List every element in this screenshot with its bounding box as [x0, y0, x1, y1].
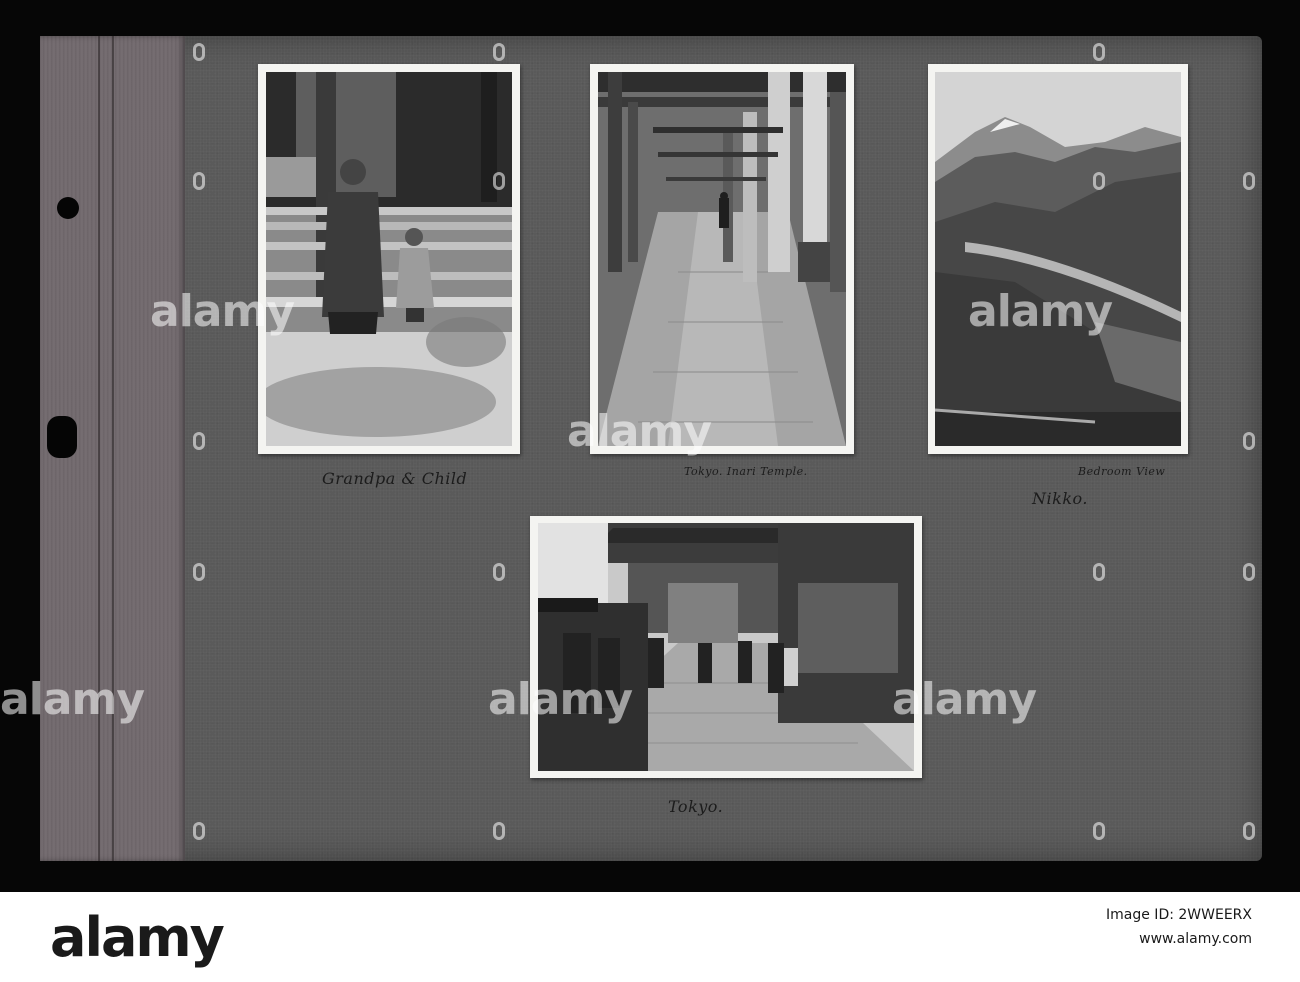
- watermark: alamy: [567, 406, 712, 457]
- watermark-mark: [1093, 43, 1105, 61]
- watermark-mark: [1093, 563, 1105, 581]
- watermark-mark: [193, 563, 205, 581]
- watermark-mark: [1243, 432, 1255, 450]
- brand-logo: alamy: [50, 906, 225, 969]
- photo-tokyo-street: [530, 516, 922, 778]
- watermark-mark: [193, 172, 205, 190]
- site-url[interactable]: www.alamy.com: [1106, 927, 1252, 951]
- watermark: alamy: [968, 286, 1113, 337]
- photo-nikko-image: [935, 72, 1181, 446]
- watermark: alamy: [150, 286, 295, 337]
- photo-caption: Grandpa & Child: [322, 469, 468, 488]
- watermark-mark: [493, 172, 505, 190]
- watermark: alamy: [892, 674, 1037, 725]
- spine-stitch-line: [98, 36, 100, 861]
- photo-inari-temple: [590, 64, 854, 454]
- watermark-mark: [493, 822, 505, 840]
- watermark-mark: [1093, 172, 1105, 190]
- photo-inari-image: [598, 72, 846, 446]
- watermark-mark: [193, 432, 205, 450]
- spine-stitch-line: [112, 36, 114, 861]
- watermark-mark: [1093, 822, 1105, 840]
- image-id-block: Image ID: 2WWEERX www.alamy.com: [1106, 903, 1252, 951]
- photo-grandpa-image: [266, 72, 512, 446]
- watermark-mark: [493, 43, 505, 61]
- watermark-mark: [1243, 822, 1255, 840]
- binder-hole: [47, 416, 77, 458]
- photo-tokyo-image: [538, 523, 914, 771]
- photo-nikko: [928, 64, 1188, 454]
- watermark-mark: [493, 563, 505, 581]
- watermark: alamy: [0, 674, 145, 725]
- image-id-label: Image ID: 2WWEERX: [1106, 907, 1252, 923]
- photo-caption: Tokyo. Inari Temple.: [684, 465, 808, 478]
- photo-grandpa-and-child: [258, 64, 520, 454]
- photo-caption: Tokyo.: [668, 797, 724, 816]
- binder-hole: [57, 197, 79, 219]
- photo-caption-location: Nikko.: [1032, 489, 1088, 508]
- watermark: alamy: [488, 674, 633, 725]
- watermark-mark: [193, 43, 205, 61]
- watermark-mark: [193, 822, 205, 840]
- watermark-mark: [1243, 172, 1255, 190]
- photo-caption: Bedroom View: [1078, 465, 1166, 478]
- watermark-mark: [1243, 563, 1255, 581]
